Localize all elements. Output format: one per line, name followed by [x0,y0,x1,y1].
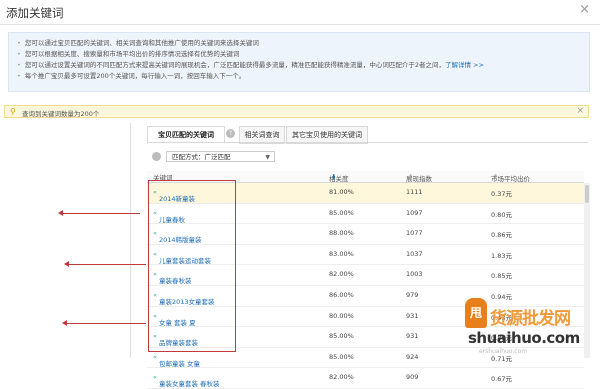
warning-text: 查询到关键词数量为200个 [22,110,100,118]
add-keyword-icon[interactable]: « [153,250,157,258]
column-keyword: 关键词 [153,174,173,182]
impressions-cell: 1077 [406,229,423,238]
keyword-cell[interactable]: «品牌童装套装 [153,332,198,347]
add-keyword-icon[interactable]: « [153,332,157,340]
sort-icon[interactable]: ↕ [493,173,498,181]
keyword-cell[interactable]: «2014新童装 [153,188,195,203]
impressions-cell: 979 [406,290,419,299]
table-row[interactable]: «童装女童套装 春秋装 82.00% 909 0.67元 [147,368,584,389]
chevron-down-icon: ▼ [265,154,270,161]
impressions-cell: 1037 [406,249,423,258]
watermark-mark: 甩 [465,298,487,328]
dialog-title: 添加关键词 [6,6,64,20]
sort-desc-icon[interactable]: ⬇ [331,173,336,181]
annotation-arrow [62,320,146,326]
tip-line: • 您可以根据相关度、搜索量和市场平均出价的排序情况选择有优势的关键词 [17,50,240,58]
tip-line: • 您可以通过宝贝匹配的关键词、相关词查询和其他推广使用的关键词来选择关键词 [17,39,259,47]
impressions-cell: 924 [406,352,419,361]
relevance-cell: 80.00% [329,311,354,320]
add-keyword-icon[interactable]: « [153,270,157,278]
add-keyword-icon[interactable]: « [153,229,157,237]
table-row[interactable]: «童装春秋装 82.00% 1003 0.85元 [147,265,584,286]
tab-divider [147,142,588,143]
relevance-cell: 82.00% [329,270,354,279]
watermark-domain: shuaihuo.com [468,329,580,347]
warning-bar: ⚲ 查询到关键词数量为200个 × [4,105,589,118]
help-icon[interactable] [152,152,161,161]
relevance-cell: 88.00% [329,229,354,238]
table-row[interactable]: «儿童套装运动套装 83.00% 1037 1.83元 [147,245,584,266]
keyword-cell[interactable]: «儿童春秋 [153,209,185,224]
tips-panel: • 您可以通过宝贝匹配的关键词、相关词查询和其他推广使用的关键词来选择关键词 • 您… [8,32,590,92]
impressions-cell: 1003 [406,270,423,279]
relevance-cell: 83.00% [329,249,354,258]
add-keyword-icon[interactable]: « [153,209,157,217]
add-keyword-icon[interactable]: « [153,373,157,381]
relevance-cell: 85.00% [329,208,354,217]
title-divider [0,24,600,25]
impressions-cell: 931 [406,332,419,341]
sort-icon[interactable]: ↕ [408,173,413,181]
warning-close-icon[interactable]: × [576,106,584,116]
price-cell: 0.85元 [491,272,512,281]
relevance-cell: 86.00% [329,290,354,299]
impressions-cell: 909 [406,373,419,382]
warning-icon: ⚲ [10,107,16,116]
annotation-arrow [58,210,140,216]
keyword-cell[interactable]: «童装女童套装 春秋装 [153,373,220,388]
watermark-logo: 甩 货源批发网 shuaihuo.com ershuaihuo.com [465,298,600,358]
price-cell: 0.86元 [491,231,512,240]
annotation-arrow [64,261,146,267]
table-header: 关键词 相关度 ⬇ 展现指数 ↕ 市场平均出价 ↕ [147,171,584,183]
help-icon[interactable]: ? [226,129,235,138]
add-keyword-icon[interactable]: « [153,312,157,320]
price-cell: 1.83元 [491,251,512,260]
add-keyword-icon[interactable]: « [153,353,157,361]
price-cell: 0.67元 [491,375,512,384]
scrollbar-thumb[interactable] [585,185,589,203]
keyword-cell[interactable]: «女童 套装 夏 [153,312,196,327]
watermark-url: ershuaihuo.com [479,348,528,355]
keyword-cell[interactable]: «包邮童装 女童 [153,353,200,368]
match-type-select[interactable]: 匹配方式：广泛匹配 ▼ [166,151,275,162]
close-icon[interactable]: × [579,2,590,17]
price-cell: 0.80元 [491,210,512,219]
watermark-title: 货源批发网 [490,309,571,329]
add-keyword-icon[interactable]: « [153,291,157,299]
impressions-cell: 931 [406,311,419,320]
relevance-cell: 81.00% [329,188,354,196]
tip-line: • 您可以通过设置关键词的不同匹配方式来提高关键词的展现机会，广泛匹配能获得最多流… [17,61,484,69]
relevance-cell: 85.00% [329,352,354,361]
tip-line: • 每个推广宝贝最多可设置200个关键词，每行输入一词，按回车输入下一个。 [17,72,246,80]
learn-more-link[interactable]: 了解详情 >> [445,61,484,69]
relevance-cell: 82.00% [329,373,354,382]
add-keyword-icon[interactable]: « [153,188,157,196]
keyword-cell[interactable]: «2014韩版童装 [153,229,202,244]
table-row[interactable]: «2014新童装 81.00% 1111 0.37元 [147,183,584,204]
impressions-cell: 1111 [406,188,423,196]
impressions-cell: 1097 [406,208,423,217]
keyword-cell[interactable]: «童装春秋装 [153,270,191,285]
keyword-cell[interactable]: «儿童套装运动套装 [153,250,211,265]
price-cell: 0.37元 [491,190,512,198]
table-row[interactable]: «2014韩版童装 88.00% 1077 0.86元 [147,224,584,245]
relevance-cell: 85.00% [329,332,354,341]
keyword-cell[interactable]: «童装2013女童套装 [153,291,215,306]
table-row[interactable]: «儿童春秋 85.00% 1097 0.80元 [147,204,584,225]
keyword-table: «2014新童装 81.00% 1111 0.37元 «儿童春秋 85.00% 1097 0.… [147,183,584,389]
